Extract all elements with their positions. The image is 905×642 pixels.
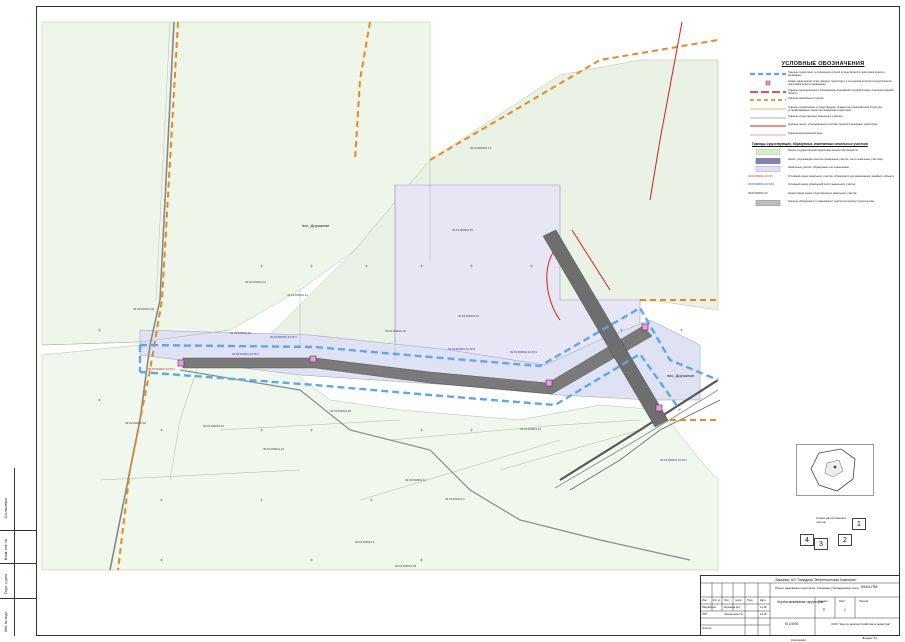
legend-row: Земельные участки, образуемые или изменя… (748, 166, 898, 172)
stamp-org: ООО "Центр землеустройства и кадастра" (831, 622, 891, 626)
side-strip: Согласовано Взам. инв. № Подп. и дата Ин… (0, 468, 37, 636)
zu-label: 39:03:060001:10:ЗУ2 (232, 352, 259, 356)
legend-symbol-grey-line (748, 115, 788, 121)
side-label: Согласовано (4, 497, 8, 518)
legend-symbol-red-line (748, 123, 788, 129)
sheet-box-3: 3 (814, 538, 828, 550)
parcel-label: 39:03:060001:22 (263, 447, 284, 451)
parcel-label: 39:03:060001:15 (520, 427, 541, 431)
stamp-scale: М 1:5000 (785, 622, 799, 626)
zu-label: 39:03:060001:10:ЗУ3 (448, 347, 475, 351)
legend-row: Земли, подлежащие изъятию (земельные уча… (748, 158, 898, 164)
legend-row: Земли государственной неразграниченной с… (748, 149, 898, 155)
legend-symbol-green-fill (748, 149, 788, 155)
legend-symbol-red-dash (748, 89, 788, 95)
legend-row: Границы планируемых и существующих элеме… (748, 106, 898, 112)
sheet-scheme-label: Схема расположения листов (816, 516, 846, 524)
place-label: пос. Дорожное (302, 223, 330, 228)
legend-title: УСЛОВНЫЕ ОБОЗНАЧЕНИЯ (781, 61, 865, 67)
parcel-label: 39:03:060001:45 (452, 228, 473, 232)
legend-symbol-darkblue-fill (748, 157, 788, 164)
legend-symbol-point (748, 80, 788, 86)
legend-row: 39:03:060001:10 Кадастровый номер сущест… (748, 192, 898, 198)
legend: УСЛОВНЫЕ ОБОЗНАЧЕНИЯ Границы территории,… (748, 61, 898, 209)
location-inset (796, 444, 874, 496)
sheet-box-2: 2 (838, 534, 852, 546)
stamp-code: 0544-ПМ (861, 584, 878, 589)
sheet-box-4: 4 (800, 534, 814, 546)
parcel-label: 39:03:060001:30 (230, 331, 251, 335)
parcel-label: 39:03:060001:42 (203, 424, 224, 428)
title-block: Заказчик: АО "Западная Энергетическая Ко… (700, 575, 900, 642)
legend-row: 39:03:060001:10:ЗУ1 Условный номер земел… (748, 175, 898, 181)
place-label-2: пос. Дорожное (667, 373, 695, 378)
parcel-label: 39:03:060001:28 (330, 409, 351, 413)
legend-symbol-orange-dash (748, 97, 788, 103)
legend-subtitle: Границы существующих, образуемых, изменя… (752, 141, 868, 146)
legend-row: Граница водоохранной зоны (748, 132, 898, 138)
zu-red-label: 39:03:060001:10:ЗУ1 (148, 367, 175, 371)
side-label: Инв. № подл. (4, 610, 8, 632)
stamp-sheet-title: Чертёж межевания территории (777, 600, 824, 604)
legend-symbol-blue-dash (748, 71, 788, 77)
sheet-box-1: 1 (852, 518, 866, 530)
legend-row: Красные линии, утверждённые в составе пр… (748, 123, 898, 129)
parcel-label: 39:03:060001:11 (287, 293, 308, 297)
parcel-label: 39:03:060001:39 (133, 307, 154, 311)
parcel-label: 39:03:060001:13 (470, 146, 491, 150)
legend-row: Границы населённых пунктов (748, 97, 898, 103)
legend-symbol-orange-line (748, 106, 788, 112)
legend-symbol-lilac-fill (748, 166, 788, 172)
parcel-label: 39:03:060001:41 (245, 280, 266, 284)
legend-row: Границы образуемого и изменяемого участк… (748, 200, 898, 207)
legend-row: Границы территории, в отношении которой … (748, 71, 898, 77)
legend-symbol-pink-line (748, 132, 788, 138)
legend-row: Границы муниципального образования «Гурь… (748, 89, 898, 95)
zu-label: 39:03:060001:10:ЗУ4 (510, 350, 537, 354)
parcel-label: 39:03:060001:14 (405, 478, 426, 482)
side-label: Взам. инв. № (4, 538, 8, 560)
parcel-label: 39:03:060001:36 (385, 329, 406, 333)
stamp-customer: Заказчик: АО "Западная Энергетическая Ко… (775, 578, 857, 582)
legend-code-red: 39:03:060001:10:ЗУ1 (748, 174, 773, 178)
legend-symbol-grey-fill (748, 200, 788, 207)
zu-label: 39:03:060001:15:ЗУ1 (660, 458, 687, 462)
stamp-title: Проект межевания территории. Основная (у… (775, 586, 859, 590)
legend-code-blue: 39:03:060001:10:ЧЗУ1 (748, 183, 775, 187)
legend-row: 39:03:060001:10:ЧЗУ1 Условный номер обра… (748, 183, 898, 189)
legend-row: Номер характерной точки границы территор… (748, 80, 898, 86)
legend-row: Границы существующих земельных участков (748, 115, 898, 121)
parcel-label: 39:03:060001:4 (355, 540, 375, 544)
parcel-label: 39:03:060001:10 (458, 314, 479, 318)
zu-label: 39:03:060001:10:ЗУ1 (270, 335, 297, 339)
parcel-label: 39:03:060001:3 (445, 497, 465, 501)
drawing-sheet: пос. Дорожное пос. Дорожное 39:03:060001… (0, 0, 905, 642)
parcel-label: 39:03:060001:40 (125, 421, 146, 425)
legend-code-black: 39:03:060001:10 (748, 191, 768, 195)
parcel-label: 39:03:060001:38 (395, 564, 416, 568)
side-label: Подп. и дата (4, 574, 8, 594)
